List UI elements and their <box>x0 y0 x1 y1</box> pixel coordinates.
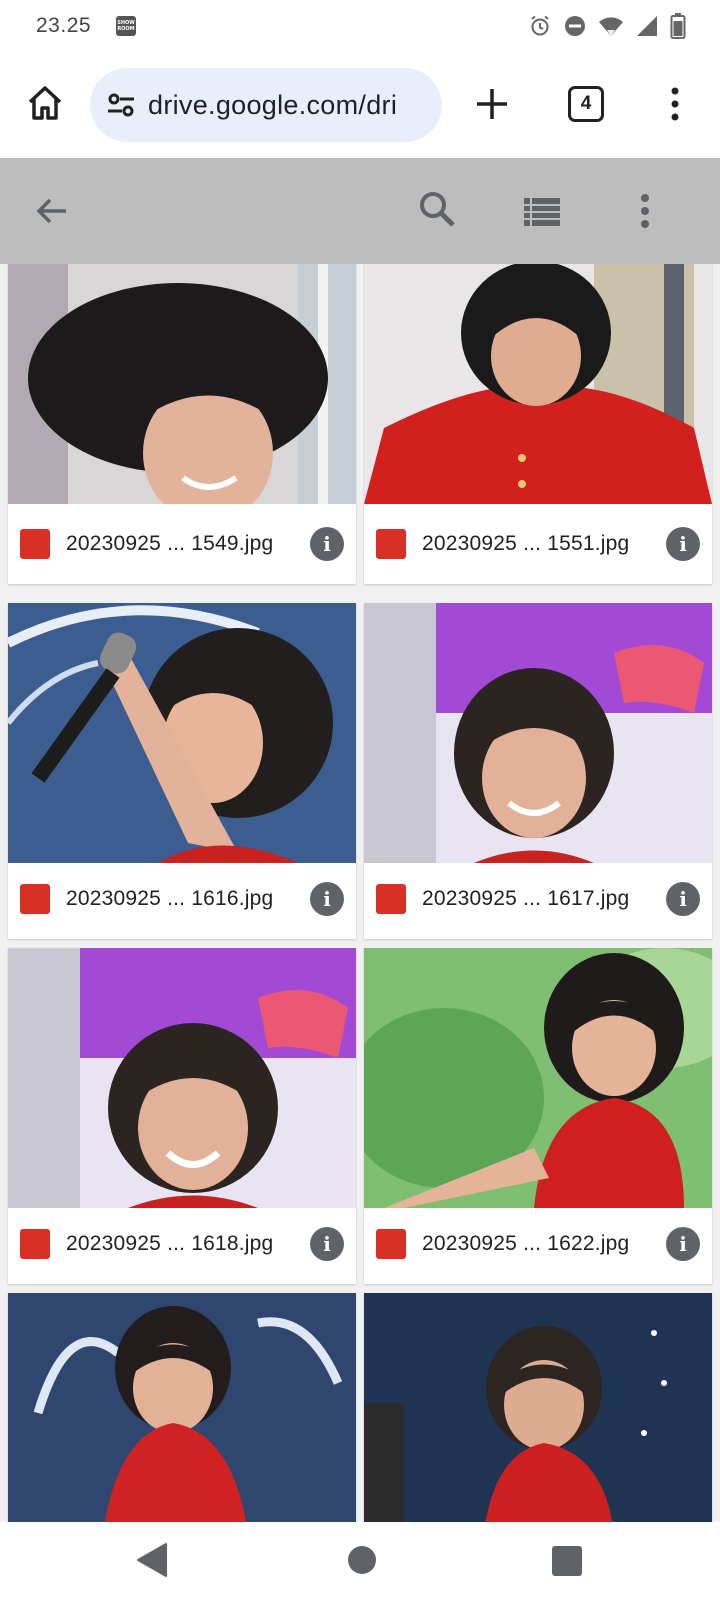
file-thumbnail[interactable] <box>8 948 356 1208</box>
file-name: 20230925 ... 1622.jpg <box>422 1232 630 1255</box>
image-file-icon <box>20 529 50 559</box>
image-file-icon <box>376 529 406 559</box>
status-icons <box>528 12 686 40</box>
file-card[interactable]: 20230925 ... 1622.jpg i <box>364 948 712 1284</box>
file-thumbnail[interactable] <box>8 1293 356 1522</box>
status-bar: 23.25 SHOW ROOM <box>0 0 720 56</box>
new-tab-icon <box>477 89 507 119</box>
file-caption: 20230925 ... 1551.jpg i <box>364 504 712 584</box>
file-card[interactable]: 20230925 ... 1549.jpg i <box>8 264 356 584</box>
file-thumbnail[interactable] <box>364 264 712 504</box>
info-icon[interactable]: i <box>666 1227 700 1261</box>
new-tab-button[interactable] <box>472 84 512 124</box>
nav-recents-icon[interactable] <box>552 1546 582 1576</box>
list-view-icon <box>524 198 560 226</box>
cell-signal-icon <box>636 15 658 37</box>
overflow-menu-button[interactable] <box>660 84 690 124</box>
photo-thumbnail-image <box>364 1293 712 1522</box>
battery-icon <box>670 13 686 39</box>
back-button[interactable] <box>32 191 72 231</box>
more-vert-icon <box>641 194 649 228</box>
info-icon[interactable]: i <box>310 527 344 561</box>
alarm-icon <box>528 14 552 38</box>
file-card[interactable]: 20230925 ... 1551.jpg i <box>364 264 712 584</box>
file-name: 20230925 ... 1551.jpg <box>422 532 630 555</box>
tab-count: 4 <box>580 93 592 114</box>
photo-thumbnail-image <box>8 1293 356 1522</box>
more-options-button[interactable] <box>632 190 658 232</box>
nav-back-icon <box>137 1543 167 1577</box>
image-file-icon <box>376 884 406 914</box>
tab-switcher-button[interactable]: 4 <box>568 86 604 122</box>
url-bar[interactable]: drive.google.com/dri <box>90 68 442 142</box>
file-thumbnail[interactable] <box>364 1293 712 1522</box>
photo-thumbnail-image <box>8 264 356 504</box>
showroom-icon: SHOW ROOM <box>116 16 136 36</box>
site-settings-icon[interactable] <box>104 88 138 122</box>
file-caption: 20230925 ... 1549.jpg i <box>8 504 356 584</box>
info-icon[interactable]: i <box>666 527 700 561</box>
image-file-icon <box>20 1229 50 1259</box>
file-caption: 20230925 ... 1617.jpg i <box>364 859 712 939</box>
status-time: 23.25 <box>36 14 92 37</box>
file-name: 20230925 ... 1616.jpg <box>66 887 274 910</box>
photo-thumbnail-image <box>8 948 356 1208</box>
home-button[interactable] <box>24 82 66 124</box>
file-name: 20230925 ... 1549.jpg <box>66 532 274 555</box>
drive-toolbar <box>0 158 720 264</box>
nav-back-button[interactable] <box>136 1542 170 1578</box>
file-grid: 20230925 ... 1549.jpg i 20230925 ... 155… <box>0 264 720 1522</box>
file-caption: 20230925 ... 1622.jpg i <box>364 1204 712 1284</box>
list-view-button[interactable] <box>522 192 562 232</box>
photo-thumbnail-image <box>8 603 356 863</box>
file-name: 20230925 ... 1618.jpg <box>66 1232 274 1255</box>
browser-toolbar: drive.google.com/dri 4 <box>0 56 720 158</box>
info-icon[interactable]: i <box>310 1227 344 1261</box>
search-icon <box>420 192 455 227</box>
wifi-icon <box>598 15 624 37</box>
photo-thumbnail-image <box>364 264 712 504</box>
photo-thumbnail-image <box>364 948 712 1208</box>
do-not-disturb-icon <box>564 15 586 37</box>
info-icon[interactable]: i <box>310 882 344 916</box>
file-card[interactable]: 20230925 ... 1618.jpg i <box>8 948 356 1284</box>
info-icon[interactable]: i <box>666 882 700 916</box>
image-file-icon <box>20 884 50 914</box>
file-card[interactable] <box>8 1293 356 1522</box>
file-caption: 20230925 ... 1616.jpg i <box>8 859 356 939</box>
file-thumbnail[interactable] <box>8 603 356 863</box>
file-caption: 20230925 ... 1618.jpg i <box>8 1204 356 1284</box>
file-card[interactable]: 20230925 ... 1617.jpg i <box>364 603 712 939</box>
file-thumbnail[interactable] <box>364 948 712 1208</box>
home-icon <box>28 86 62 120</box>
search-button[interactable] <box>416 188 460 232</box>
file-thumbnail[interactable] <box>364 603 712 863</box>
system-navigation-bar <box>0 1522 720 1600</box>
file-name: 20230925 ... 1617.jpg <box>422 887 630 910</box>
back-arrow-icon <box>36 198 66 224</box>
nav-home-icon[interactable] <box>348 1546 376 1574</box>
file-thumbnail[interactable] <box>8 264 356 504</box>
overflow-menu-icon <box>671 87 679 121</box>
file-card[interactable]: 20230925 ... 1616.jpg i <box>8 603 356 939</box>
url-text: drive.google.com/dri <box>148 89 398 120</box>
file-card[interactable] <box>364 1293 712 1522</box>
photo-thumbnail-image <box>364 603 712 863</box>
image-file-icon <box>376 1229 406 1259</box>
